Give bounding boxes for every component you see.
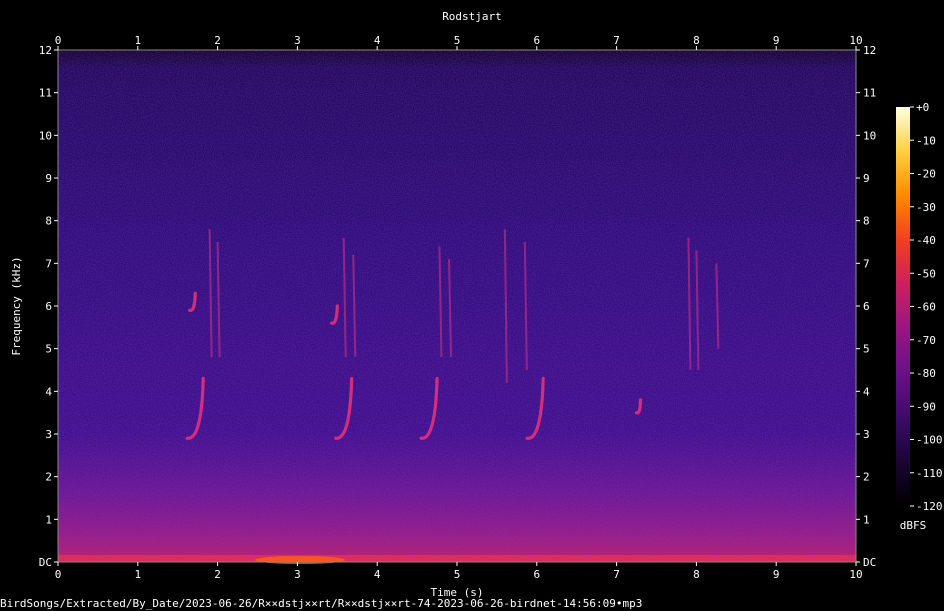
y-tick-label-right: 5: [863, 343, 870, 356]
x-tick-label-top: 7: [613, 34, 620, 47]
y-tick-label-right: DC: [863, 556, 876, 569]
y-tick-label-right: 3: [863, 428, 870, 441]
x-tick-label-top: 3: [294, 34, 301, 47]
y-tick-label-right: 2: [863, 471, 870, 484]
colorbar-tick-label: -90: [916, 400, 936, 413]
file-path-footer: BirdSongs/Extracted/By_Date/2023-06-26/R…: [0, 597, 643, 610]
x-tick-label-bottom: 7: [613, 568, 620, 581]
chart-title: Rodstjart: [442, 10, 502, 23]
y-tick-label-left: 6: [45, 300, 52, 313]
y-tick-label-left: 4: [45, 385, 52, 398]
colorbar-tick-label: -30: [916, 201, 936, 214]
y-tick-label-left: 11: [39, 87, 52, 100]
x-tick-label-bottom: 6: [533, 568, 540, 581]
low-band-hotspot: [255, 556, 345, 564]
colorbar-tick-label: -80: [916, 367, 936, 380]
y-tick-label-left: 10: [39, 129, 52, 142]
low-band: [58, 555, 856, 562]
y-tick-label-left: 9: [45, 172, 52, 185]
colorbar-tick-label: -120: [916, 500, 943, 513]
y-tick-label-right: 4: [863, 385, 870, 398]
x-tick-label-bottom: 4: [374, 568, 381, 581]
y-tick-label-left: 5: [45, 343, 52, 356]
x-tick-label-top: 1: [134, 34, 141, 47]
x-tick-label-bottom: 2: [214, 568, 221, 581]
y-tick-label-left: 7: [45, 257, 52, 270]
x-tick-label-bottom: 9: [773, 568, 780, 581]
spectrogram-noise: [58, 50, 856, 562]
y-tick-label-right: 12: [863, 44, 876, 57]
x-tick-label-top: 9: [773, 34, 780, 47]
x-tick-label-bottom: 10: [849, 568, 862, 581]
colorbar-tick-label: +0: [916, 101, 929, 114]
y-tick-label-right: 11: [863, 87, 876, 100]
colorbar-tick-label: -100: [916, 434, 943, 447]
y-tick-label-right: 10: [863, 129, 876, 142]
x-tick-label-top: 0: [55, 34, 62, 47]
y-tick-label-left: DC: [39, 556, 52, 569]
colorbar-tick-label: -60: [916, 301, 936, 314]
y-tick-label-right: 9: [863, 172, 870, 185]
y-tick-label-right: 6: [863, 300, 870, 313]
colorbar-tick-label: -70: [916, 334, 936, 347]
x-tick-label-top: 8: [693, 34, 700, 47]
x-tick-label-top: 5: [454, 34, 461, 47]
x-tick-label-top: 4: [374, 34, 381, 47]
y-tick-label-left: 8: [45, 215, 52, 228]
x-tick-label-bottom: 8: [693, 568, 700, 581]
y-tick-label-left: 2: [45, 471, 52, 484]
colorbar-tick-label: -20: [916, 168, 936, 181]
y-tick-label-right: 1: [863, 513, 870, 526]
colorbar-tick-label: -10: [916, 134, 936, 147]
x-tick-label-top: 2: [214, 34, 221, 47]
x-tick-label-bottom: 3: [294, 568, 301, 581]
x-tick-label-top: 10: [849, 34, 862, 47]
colorbar-unit: dBFS: [900, 519, 927, 532]
colorbar-tick-label: -40: [916, 234, 936, 247]
colorbar: [896, 107, 910, 506]
x-tick-label-top: 6: [533, 34, 540, 47]
y-tick-label-left: 3: [45, 428, 52, 441]
x-tick-label-bottom: 0: [55, 568, 62, 581]
x-tick-label-bottom: 5: [454, 568, 461, 581]
y-axis-label: Frequency (kHz): [10, 256, 23, 355]
colorbar-tick-label: -50: [916, 267, 936, 280]
y-tick-label-right: 7: [863, 257, 870, 270]
y-tick-label-right: 8: [863, 215, 870, 228]
y-tick-label-left: 1: [45, 513, 52, 526]
y-tick-label-left: 12: [39, 44, 52, 57]
spectrogram-chart: Rodstjart 0 1 2 3 4 5 6 7 8 9 10 0 1 2 3 4 5 6 7 8 9 10 DC12…: [10, 10, 943, 599]
x-tick-label-bottom: 1: [134, 568, 141, 581]
colorbar-tick-label: -110: [916, 467, 943, 480]
